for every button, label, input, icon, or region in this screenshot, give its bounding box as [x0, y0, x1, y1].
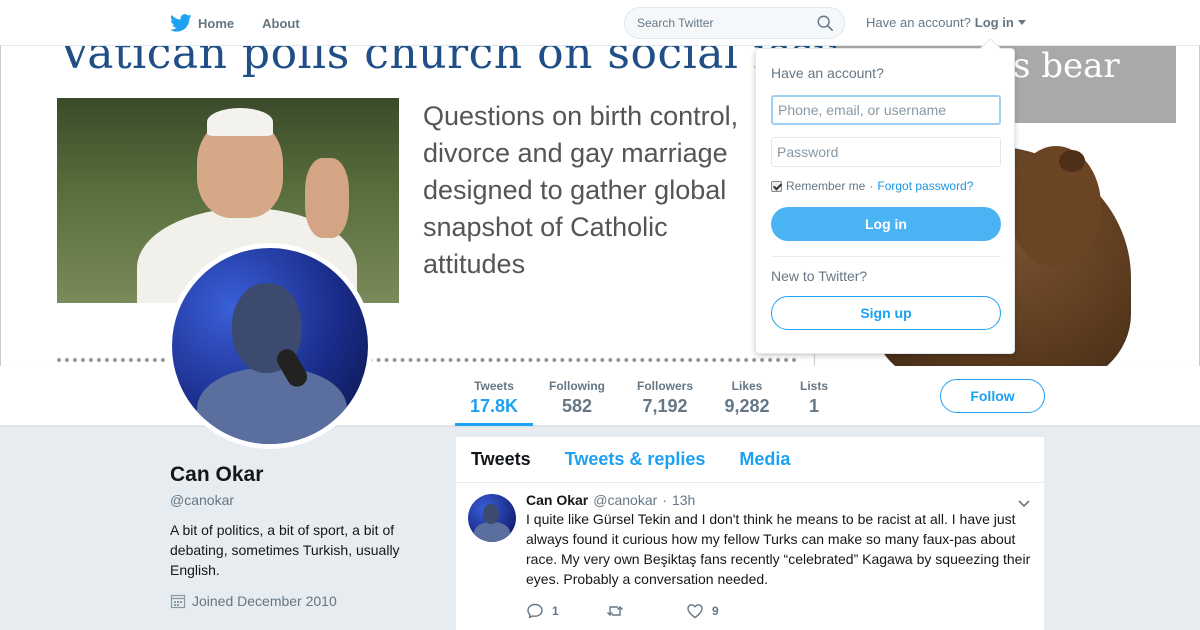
search-input[interactable]: [637, 16, 816, 30]
tweet-timestamp[interactable]: 13h: [672, 492, 695, 508]
tab-media[interactable]: Media: [739, 449, 790, 470]
login-dropdown: Have an account? Remember me · Forgot pa…: [755, 48, 1015, 354]
caret-down-icon: [1017, 20, 1026, 25]
login-dropdown-title: Have an account?: [771, 65, 884, 81]
tweet-author-name[interactable]: Can Okar: [526, 492, 588, 508]
calendar-icon: [170, 594, 186, 609]
avatar[interactable]: [167, 243, 373, 449]
stat-label: Following: [549, 379, 605, 393]
stat-label: Tweets: [474, 379, 514, 393]
login-dropdown-divider: [771, 256, 1001, 257]
reply-action[interactable]: 1: [526, 602, 606, 620]
remember-separator: ·: [869, 179, 874, 193]
stat-followers[interactable]: Followers 7,192: [633, 366, 697, 426]
banner-side-text: s bear: [1013, 46, 1120, 86]
profile-handle[interactable]: @canokar: [170, 492, 430, 508]
twitter-bird-icon: [170, 14, 192, 32]
stat-value: 9,282: [724, 396, 770, 416]
tweet-avatar[interactable]: [468, 494, 516, 542]
account-prompt: Have an account? Log in: [866, 15, 1026, 30]
like-action[interactable]: 9: [686, 602, 766, 620]
banner-subtext: Questions on birth control, divorce and …: [423, 101, 739, 279]
search-icon[interactable]: [816, 14, 834, 32]
remember-me-label: Remember me: [786, 179, 866, 193]
stat-label: Likes: [731, 379, 763, 393]
remember-row: Remember me · Forgot password?: [771, 179, 999, 193]
timeline-tabs: Tweets Tweets & replies Media: [456, 437, 1044, 483]
username-field[interactable]: [771, 95, 1001, 125]
top-navigation-bar: Home About Have an account? Log in: [0, 0, 1200, 46]
nav-about-label: About: [262, 15, 300, 31]
stat-label: Lists: [799, 379, 828, 393]
stat-likes[interactable]: Likes 9,282: [720, 366, 774, 426]
stat-following[interactable]: Following 582: [545, 366, 609, 426]
remember-me-checkbox[interactable]: [771, 180, 782, 192]
tweet-header: Can Okar @canokar · 13h: [526, 492, 1032, 508]
avatar-figure-body: [197, 368, 347, 444]
stat-tweets[interactable]: Tweets 17.8K: [455, 366, 533, 426]
banner-bear-ear: [1059, 150, 1085, 172]
heart-icon: [687, 604, 703, 619]
login-link-label: Log in: [974, 15, 1014, 30]
nav-links: Home About: [170, 0, 300, 46]
tweet-avatar-head: [483, 504, 499, 524]
profile-joined: Joined December 2010: [170, 593, 430, 609]
stat-lists[interactable]: Lists 1: [796, 366, 832, 426]
nav-about-link[interactable]: About: [262, 16, 300, 31]
tweet-avatar-body: [474, 522, 510, 542]
timeline: Tweets Tweets & replies Media Can Okar @…: [456, 437, 1044, 630]
chevron-down-icon[interactable]: [1018, 497, 1030, 509]
password-field[interactable]: [771, 137, 1001, 167]
tweet-text: I quite like Gürsel Tekin and I don't th…: [526, 511, 1031, 587]
tweet-dot-separator: ·: [662, 492, 667, 508]
reply-count: 1: [552, 604, 559, 618]
stat-value: 1: [808, 396, 819, 416]
retweet-icon: [607, 606, 623, 616]
follow-button[interactable]: Follow: [940, 379, 1045, 413]
forgot-password-link[interactable]: Forgot password?: [877, 179, 973, 193]
tweet-author-handle[interactable]: @canokar: [593, 492, 657, 508]
reply-icon: [527, 603, 543, 619]
login-dropdown-toggle[interactable]: Log in: [975, 15, 1026, 30]
profile-bio: A bit of politics, a bit of sport, a bit…: [170, 522, 400, 578]
have-account-text: Have an account?: [866, 15, 971, 30]
new-to-twitter-text: New to Twitter?: [771, 268, 868, 284]
signup-button[interactable]: Sign up: [771, 296, 1001, 330]
tweet[interactable]: Can Okar @canokar · 13h I quite like Gür…: [456, 483, 1044, 621]
login-button[interactable]: Log in: [771, 207, 1001, 241]
like-count: 9: [712, 604, 719, 618]
search-box[interactable]: [624, 7, 845, 39]
banner-bear-head: [1011, 146, 1101, 266]
banner-figure-hand: [305, 158, 349, 238]
tab-tweets-replies[interactable]: Tweets & replies: [565, 449, 706, 470]
stat-label: Followers: [636, 379, 693, 393]
banner-figure-cap: [207, 108, 273, 136]
stat-value: 582: [561, 396, 593, 416]
profile-card: Can Okar @canokar A bit of politics, a b…: [170, 463, 430, 609]
retweet-action[interactable]: [606, 602, 686, 620]
tab-tweets[interactable]: Tweets: [471, 449, 531, 470]
joined-date: Joined December 2010: [192, 593, 337, 609]
nav-home-label: Home: [198, 15, 235, 31]
stat-value: 7,192: [642, 396, 688, 416]
nav-home-link[interactable]: Home: [170, 12, 234, 34]
profile-name[interactable]: Can Okar: [170, 463, 430, 487]
tweet-actions: 1 9: [526, 601, 1032, 621]
stat-value: 17.8K: [469, 396, 519, 416]
